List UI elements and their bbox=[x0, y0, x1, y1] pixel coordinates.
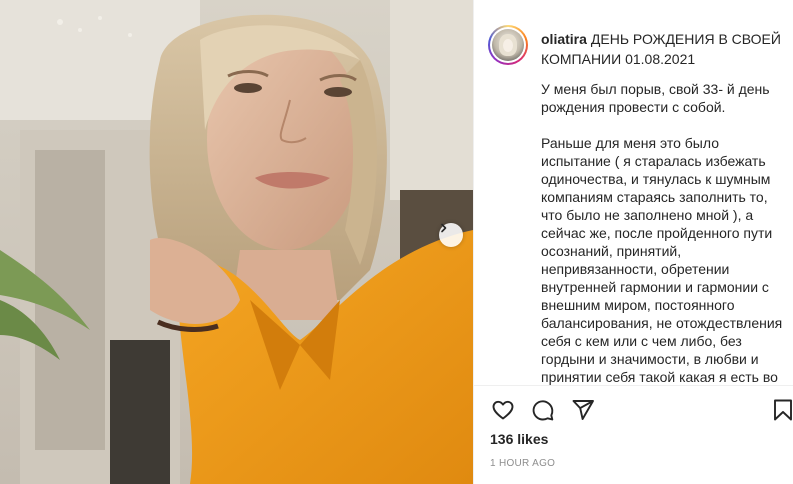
likes-count[interactable]: 136 likes bbox=[490, 431, 548, 447]
comment-button[interactable] bbox=[530, 397, 556, 423]
paper-plane-icon bbox=[572, 400, 594, 420]
like-button[interactable] bbox=[490, 397, 516, 423]
caption-header: oliatira ДЕНЬ РОЖДЕНИЯ В СВОЕЙ КОМПАНИИ 0… bbox=[541, 29, 781, 69]
username-link[interactable]: oliatira bbox=[541, 31, 587, 47]
chevron-right-icon bbox=[441, 223, 447, 233]
post-photo[interactable] bbox=[0, 0, 473, 484]
photo-illustration bbox=[0, 0, 473, 484]
bookmark-icon bbox=[774, 399, 792, 421]
caption-paragraph: Раньше для меня это было испытание ( я с… bbox=[541, 135, 783, 385]
heart-icon bbox=[492, 400, 514, 420]
instagram-post: oliatira ДЕНЬ РОЖДЕНИЯ В СВОЕЙ КОМПАНИИ 0… bbox=[0, 0, 793, 484]
share-button[interactable] bbox=[570, 397, 596, 423]
avatar-story-ring[interactable] bbox=[488, 25, 528, 65]
comment-icon bbox=[532, 400, 554, 421]
action-bar bbox=[474, 395, 793, 425]
save-button[interactable] bbox=[770, 397, 793, 423]
post-timestamp: 1 HOUR AGO bbox=[490, 458, 556, 469]
caption-paragraph: У меня был порыв, свой 33- й день рожден… bbox=[541, 81, 770, 115]
next-photo-button[interactable] bbox=[439, 223, 463, 247]
avatar[interactable] bbox=[492, 29, 524, 61]
caption-body: У меня был порыв, свой 33- й день рожден… bbox=[541, 80, 784, 385]
post-side-panel: oliatira ДЕНЬ РОЖДЕНИЯ В СВОЕЙ КОМПАНИИ 0… bbox=[473, 0, 793, 484]
divider bbox=[474, 385, 793, 386]
